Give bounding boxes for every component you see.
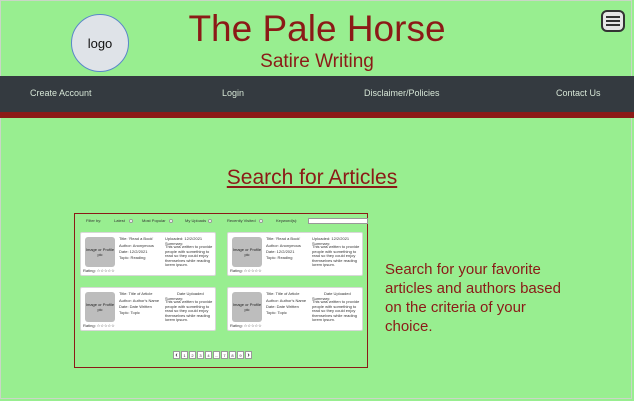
article-title: Title: Title of Article <box>266 291 300 296</box>
article-card[interactable]: Image or Profile pic Title: 'Read a Book… <box>80 232 216 276</box>
article-date: Date: Date Written <box>119 304 152 309</box>
article-title: Title: Title of Article <box>119 291 153 296</box>
nav-login[interactable]: Login <box>222 76 244 112</box>
filter-recently-visited-label: Recently Visited <box>227 218 256 223</box>
article-summary: This was written to provide people with … <box>165 299 213 323</box>
page-button-2[interactable]: 2 <box>189 351 196 359</box>
article-rating[interactable]: Rating: ☆☆☆☆☆ <box>83 323 115 328</box>
article-date: Date: Date Written <box>266 304 299 309</box>
article-thumbnail: Image or Profile pic <box>85 292 115 322</box>
page-title: Search for Articles <box>226 166 398 189</box>
article-rating[interactable]: Rating: ☆☆☆☆☆ <box>230 268 262 273</box>
article-author: Author: Author's Name <box>119 298 160 303</box>
article-rating[interactable]: Rating: ☆☆☆☆☆ <box>83 268 115 273</box>
article-summary: This was written to provide people with … <box>312 299 360 323</box>
article-author: Author: Anonymous <box>119 243 154 248</box>
article-date: Date: 12/2/2021 <box>266 249 295 254</box>
article-thumbnail: Image or Profile pic <box>85 237 115 267</box>
filter-latest-radio[interactable] <box>129 219 133 223</box>
article-card[interactable]: Image or Profile pic Title: Title of Art… <box>80 287 216 331</box>
page-button-9[interactable]: 9 <box>237 351 244 359</box>
page-button-1[interactable]: 1 <box>181 351 188 359</box>
article-author: Author: Author's Name <box>266 298 307 303</box>
article-topic: Topic: Reading <box>266 255 293 260</box>
article-title: Title: 'Read a Book' <box>266 236 301 241</box>
page-button-7[interactable]: 7 <box>221 351 228 359</box>
filter-most-popular-radio[interactable] <box>169 219 173 223</box>
article-date: Date: 12/2/2021 <box>119 249 148 254</box>
article-thumbnail: Image or Profile pic <box>232 292 262 322</box>
site-title: The Pale Horse <box>188 8 446 49</box>
page-button-4[interactable]: 4 <box>205 351 212 359</box>
site-subtitle: Satire Writing <box>260 51 374 72</box>
filter-most-popular-label: Most Popular <box>142 218 166 223</box>
next-page-button[interactable]: › <box>245 351 252 359</box>
nav-disclaimer-policies[interactable]: Disclaimer/Policies <box>364 76 440 112</box>
page-button-8[interactable]: 8 <box>229 351 236 359</box>
article-search-panel: Filter by: Latest Most Popular My Upload… <box>74 213 368 368</box>
article-rating[interactable]: Rating: ☆☆☆☆☆ <box>230 323 262 328</box>
article-card[interactable]: Image or Profile pic Title: Title of Art… <box>227 287 363 331</box>
filter-latest-label: Latest <box>114 218 125 223</box>
keywords-input[interactable] <box>308 218 368 224</box>
page-ellipsis: ... <box>213 351 220 359</box>
nav-accent-band <box>0 112 634 118</box>
filter-by-label: Filter by: <box>86 218 102 223</box>
nav-create-account[interactable]: Create Account <box>30 76 92 112</box>
article-topic: Topic: Reading <box>119 255 146 260</box>
article-author: Author: Anonymous <box>266 243 301 248</box>
page-button-3[interactable]: 3 <box>197 351 204 359</box>
navbar: Create Account Login Disclaimer/Policies… <box>0 76 634 112</box>
hamburger-menu-icon[interactable] <box>601 10 625 32</box>
article-summary: This was written to provide people with … <box>165 244 213 268</box>
filter-my-uploads-radio[interactable] <box>208 219 212 223</box>
prev-page-button[interactable]: ‹ <box>173 351 180 359</box>
pagination: ‹ 1 2 3 4 ... 7 8 9 › <box>173 351 252 360</box>
article-topic: Topic: Topic <box>119 310 140 315</box>
filter-bar: Filter by: Latest Most Popular My Upload… <box>83 217 368 226</box>
filter-my-uploads-label: My Uploads <box>185 218 207 223</box>
nav-contact-us[interactable]: Contact Us <box>556 76 601 112</box>
article-card[interactable]: Image or Profile pic Title: 'Read a Book… <box>227 232 363 276</box>
article-title: Title: 'Read a Book' <box>119 236 154 241</box>
article-summary: This was written to provide people with … <box>312 244 360 268</box>
keywords-label: Keyword(s): <box>276 218 298 223</box>
article-thumbnail: Image or Profile pic <box>232 237 262 267</box>
filter-recently-visited-radio[interactable] <box>259 219 263 223</box>
search-description: Search for your favorite articles and au… <box>385 261 561 335</box>
article-topic: Topic: Topic <box>266 310 287 315</box>
